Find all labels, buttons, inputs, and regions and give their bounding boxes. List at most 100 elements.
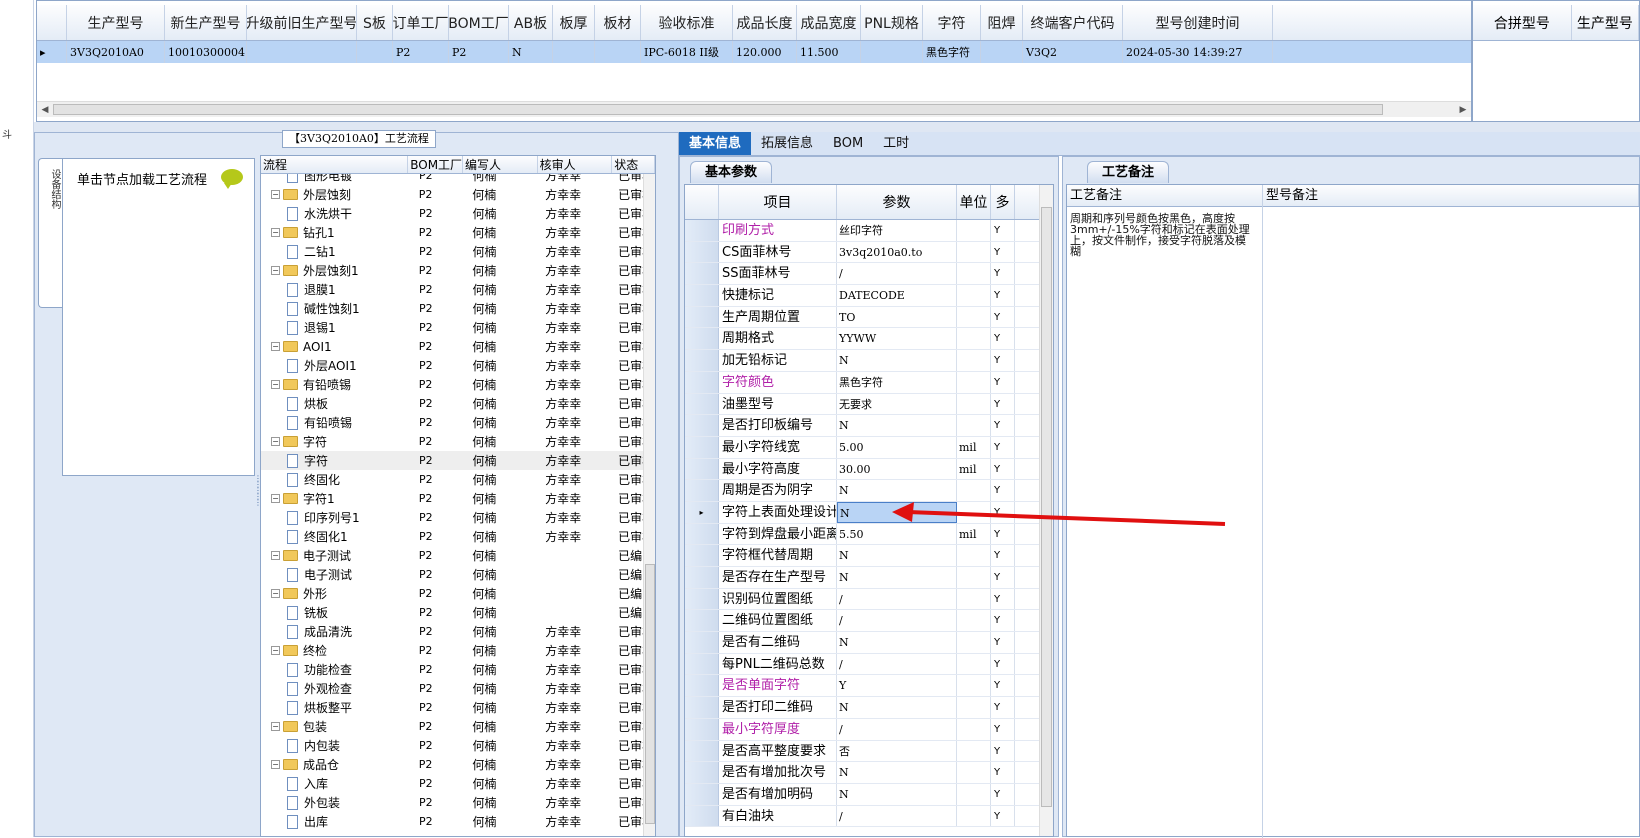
- param-value[interactable]: N: [837, 632, 957, 653]
- param-value[interactable]: /: [837, 653, 957, 675]
- tree-row[interactable]: − 外层蚀刻1 P2 何楠 方幸幸 已审核: [261, 261, 655, 280]
- merge-col-header[interactable]: 合拼型号: [1473, 5, 1572, 40]
- grid-col-header[interactable]: PNL规格: [861, 5, 923, 40]
- collapse-icon[interactable]: −: [271, 228, 280, 237]
- tree-row[interactable]: 外包装 P2 何楠 方幸幸 已审核: [261, 793, 655, 812]
- tree-row[interactable]: − 字符1 P2 何楠 方幸幸 已审核: [261, 489, 655, 508]
- tree-row[interactable]: − AOI1 P2 何楠 方幸幸 已审核: [261, 337, 655, 356]
- tree-row[interactable]: − 成品仓 P2 何楠 方幸幸 已审核: [261, 755, 655, 774]
- grid-col-header[interactable]: 终端客户代码: [1023, 5, 1123, 40]
- param-value[interactable]: TO: [837, 306, 957, 328]
- grid-col-header[interactable]: 型号创建时间: [1123, 5, 1273, 40]
- tree-col-header[interactable]: BOM工厂: [408, 156, 463, 173]
- param-row[interactable]: 识别码位置图纸 / Y: [685, 588, 1053, 611]
- grid-col-header[interactable]: 成品宽度: [797, 5, 861, 40]
- merge-col-header[interactable]: 生产型号: [1572, 5, 1639, 40]
- param-row[interactable]: CS面菲林号 3v3q2010a0.to Y: [685, 241, 1053, 264]
- collapse-icon[interactable]: −: [271, 190, 280, 199]
- param-value[interactable]: N: [837, 545, 957, 566]
- tree-row[interactable]: 退锡1 P2 何楠 方幸幸 已审核: [261, 318, 655, 337]
- grid-col-header[interactable]: 升级前旧生产型号: [247, 5, 357, 40]
- param-col-header[interactable]: 参数: [837, 185, 957, 219]
- param-col-header[interactable]: 项目: [719, 185, 837, 219]
- tree-row[interactable]: − 钻孔1 P2 何楠 方幸幸 已审核: [261, 223, 655, 242]
- param-row[interactable]: 字符框代替周期 N Y: [685, 545, 1053, 567]
- tree-node[interactable]: 铣板: [261, 604, 417, 621]
- tree-row[interactable]: 入库 P2 何楠 方幸幸 已审核: [261, 774, 655, 793]
- param-row[interactable]: 是否存在生产型号 N Y: [685, 567, 1053, 589]
- grid-cell[interactable]: [595, 41, 641, 63]
- tab-process-notes[interactable]: 工艺备注: [1087, 161, 1170, 183]
- grid-cell[interactable]: 黑色字符: [923, 41, 981, 63]
- tree-col-header[interactable]: 状态: [612, 156, 655, 173]
- param-value[interactable]: /: [837, 610, 957, 632]
- process-note-text[interactable]: 周期和序列号颜色按黑色，高度按3mm+/-15%字符和标记在表面处理上，按文件制…: [1070, 213, 1250, 257]
- tree-node[interactable]: 印序列号1: [261, 509, 417, 526]
- param-value[interactable]: YYWW: [837, 328, 957, 350]
- grid-cell[interactable]: [981, 41, 1023, 63]
- param-row[interactable]: 是否有二维码 N Y: [685, 632, 1053, 654]
- tree-row[interactable]: 水洗烘干 P2 何楠 方幸幸 已审核: [261, 204, 655, 223]
- tree-node[interactable]: − 终检: [261, 642, 417, 659]
- tree-node[interactable]: 入库: [261, 775, 417, 792]
- node-panel[interactable]: 单击节点加载工艺流程: [62, 158, 255, 476]
- collapse-icon[interactable]: −: [271, 760, 280, 769]
- param-value[interactable]: 无要求: [837, 393, 957, 415]
- param-row[interactable]: 是否单面字符 Y Y: [685, 675, 1053, 698]
- tree-row[interactable]: 印序列号1 P2 何楠 方幸幸 已审核: [261, 508, 655, 527]
- collapse-icon[interactable]: −: [271, 380, 280, 389]
- collapse-icon[interactable]: −: [271, 551, 280, 560]
- param-row[interactable]: 最小字符线宽 5.00 mil Y: [685, 436, 1053, 459]
- tree-node[interactable]: 碱性蚀刻1: [261, 300, 417, 317]
- grid-col-header[interactable]: 字符: [923, 5, 981, 40]
- param-row[interactable]: 周期格式 YYWW Y: [685, 328, 1053, 351]
- param-value[interactable]: /: [837, 805, 957, 827]
- tree-row[interactable]: 功能检查 P2 何楠 方幸幸 已审核: [261, 660, 655, 679]
- tree-node[interactable]: − 外层蚀刻1: [261, 262, 417, 279]
- param-value[interactable]: 丝印字符: [837, 220, 957, 241]
- tree-node[interactable]: 退锡1: [261, 319, 417, 336]
- param-value[interactable]: N: [837, 762, 957, 783]
- param-row[interactable]: 最小字符高度 30.00 mil Y: [685, 458, 1053, 481]
- tree-node[interactable]: − 成品仓: [261, 756, 417, 773]
- model-grid-row[interactable]: ▸3V3Q2010A010010300004116P2P2NIPC-6018 I…: [37, 41, 1471, 63]
- tree-row[interactable]: − 电子测试 P2 何楠 已编写: [261, 546, 655, 565]
- collapse-icon[interactable]: −: [271, 342, 280, 351]
- param-value[interactable]: N: [837, 783, 957, 805]
- grid-col-header[interactable]: 订单工厂: [393, 5, 449, 40]
- tree-node[interactable]: 烘板: [261, 395, 417, 412]
- tree-node[interactable]: 终固化: [261, 471, 417, 488]
- chat-bubble-icon[interactable]: [221, 169, 243, 189]
- param-value[interactable]: 否: [837, 740, 957, 762]
- tree-row[interactable]: − 终检 P2 何楠 方幸幸 已审核: [261, 641, 655, 660]
- param-row[interactable]: 快捷标记 DATECODE Y: [685, 285, 1053, 307]
- grid-col-header[interactable]: BOM工厂: [449, 5, 509, 40]
- tree-node[interactable]: 功能检查: [261, 661, 417, 678]
- scroll-left-icon[interactable]: ◀: [38, 103, 52, 117]
- tab-ext-info[interactable]: 拓展信息: [751, 132, 823, 155]
- tree-node[interactable]: 内包装: [261, 737, 417, 754]
- horizontal-splitter[interactable]: [34, 122, 1640, 132]
- grid-cell[interactable]: 11.500: [797, 41, 861, 63]
- param-value[interactable]: 5.00: [837, 436, 957, 458]
- param-row[interactable]: 周期是否为阴字 N Y: [685, 480, 1053, 502]
- tab-bom[interactable]: BOM: [823, 132, 873, 155]
- tree-node[interactable]: 外观检查: [261, 680, 417, 697]
- tree-row[interactable]: 终固化 P2 何楠 方幸幸 已审核: [261, 470, 655, 489]
- collapse-icon[interactable]: −: [271, 722, 280, 731]
- param-value[interactable]: DATECODE: [837, 285, 957, 306]
- tree-row[interactable]: 内包装 P2 何楠 方幸幸 已审核: [261, 736, 655, 755]
- grid-col-header[interactable]: 新生产型号: [165, 5, 247, 40]
- param-value[interactable]: /: [837, 263, 957, 285]
- tree-node[interactable]: 有铅喷锡: [261, 414, 417, 431]
- grid-col-header[interactable]: 生产型号: [67, 5, 165, 40]
- param-value[interactable]: N: [837, 567, 957, 588]
- param-row[interactable]: 最小字符厚度 / Y: [685, 718, 1053, 741]
- tree-col-header[interactable]: 核审人: [538, 156, 613, 173]
- param-col-header[interactable]: 多: [991, 185, 1015, 219]
- scroll-thumb[interactable]: [53, 104, 1383, 115]
- param-value[interactable]: N: [837, 697, 957, 718]
- grid-cell[interactable]: [553, 41, 595, 63]
- tree-row[interactable]: 退膜1 P2 何楠 方幸幸 已审核: [261, 280, 655, 299]
- param-row[interactable]: 是否有增加明码 N Y: [685, 783, 1053, 806]
